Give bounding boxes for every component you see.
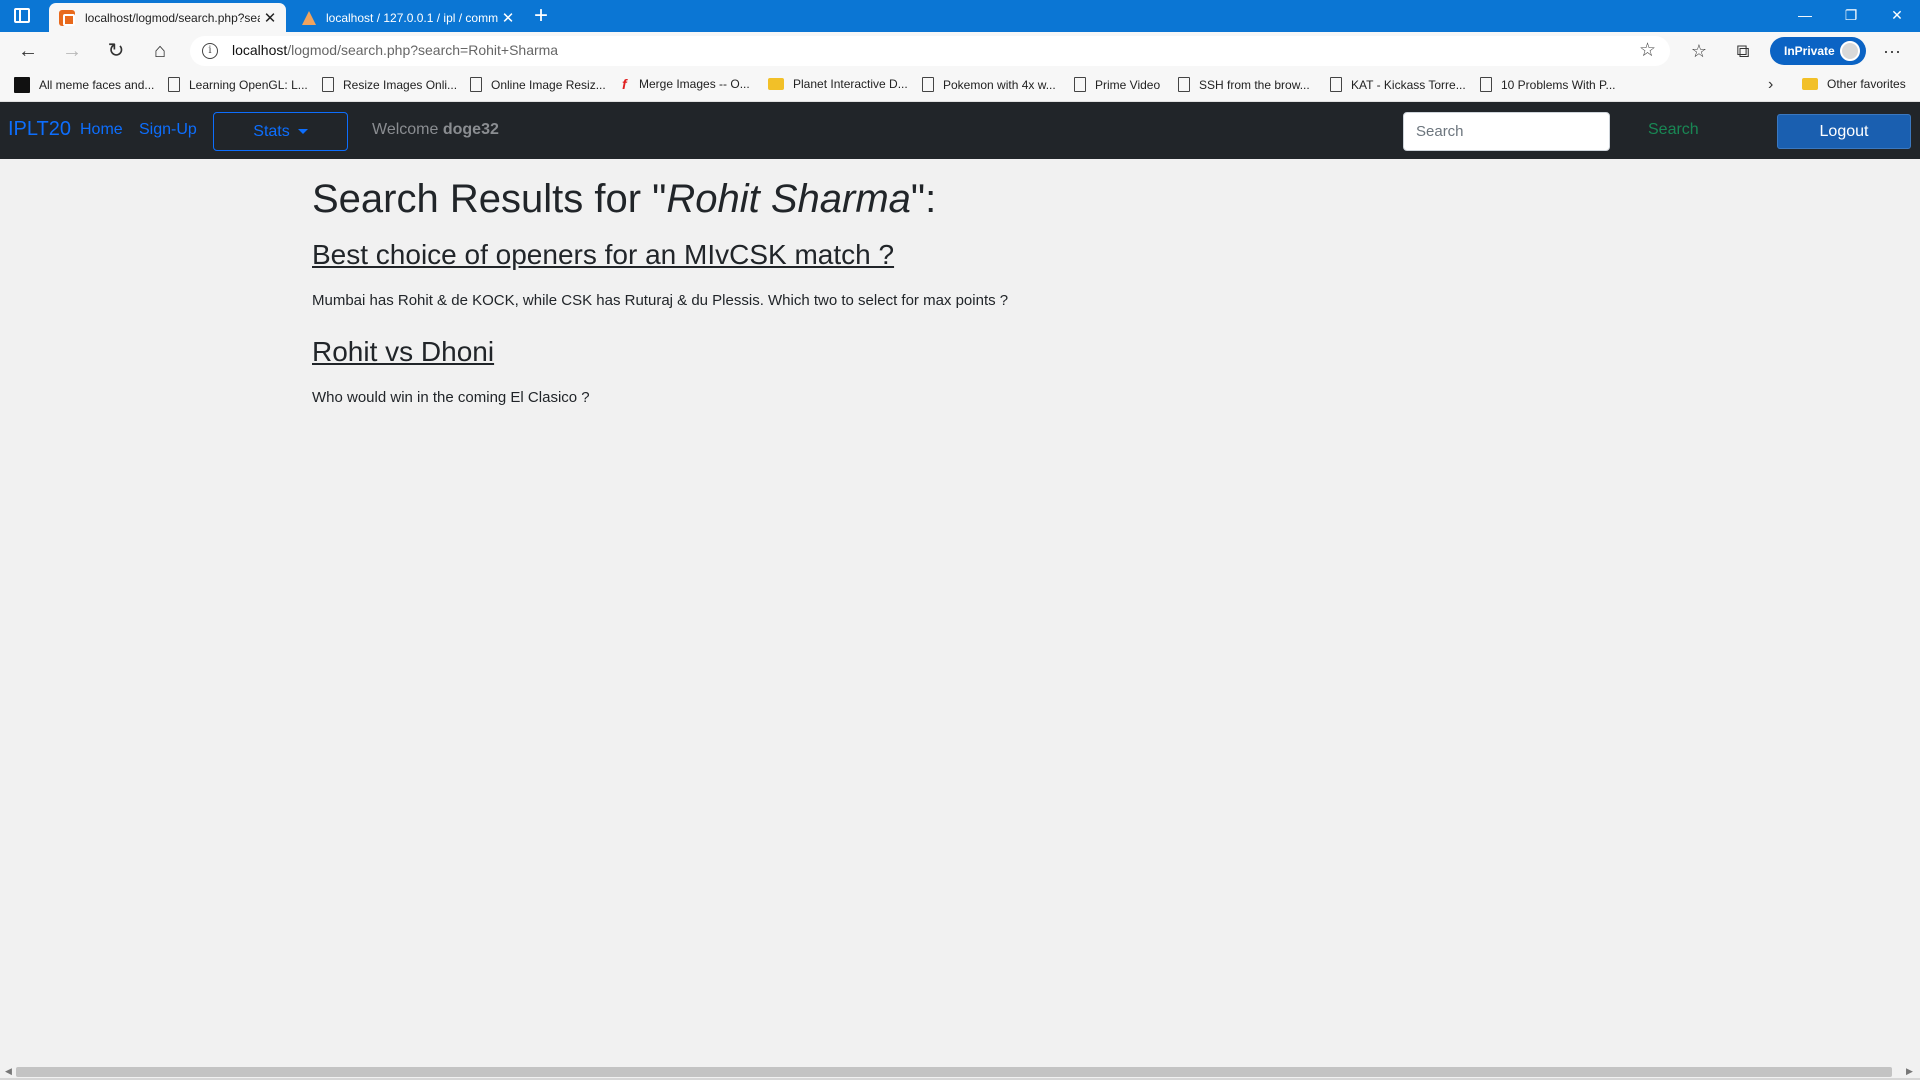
nav-home[interactable]: Home — [80, 121, 123, 139]
meme-icon — [14, 77, 30, 93]
folder-icon — [768, 78, 784, 90]
close-window-button[interactable]: ✕ — [1874, 0, 1920, 32]
bookmark-item[interactable]: Prime Video — [1074, 77, 1160, 92]
title-suffix: ": — [910, 177, 937, 221]
bookmark-label: Pokemon with 4x w... — [943, 77, 1056, 92]
inprivate-badge[interactable]: InPrivate — [1770, 37, 1866, 65]
folder-icon — [1802, 78, 1818, 90]
bookmark-item[interactable]: Online Image Resiz... — [470, 77, 606, 92]
search-input[interactable] — [1403, 112, 1610, 151]
result-description: Mumbai has Rohit & de KOCK, while CSK ha… — [312, 292, 1009, 309]
browser-toolbar: ← → ↻ ⌂ i localhost/logmod/search.php?se… — [0, 32, 1920, 70]
welcome-text: Welcome doge32 — [372, 121, 499, 139]
bookmark-label: Merge Images -- O... — [639, 77, 750, 91]
logout-button[interactable]: Logout — [1777, 114, 1911, 149]
tab-title: localhost / 127.0.0.1 / ipl / comments |… — [326, 10, 498, 25]
bookmark-item[interactable]: Planet Interactive D... — [768, 77, 908, 91]
xampp-favicon-icon — [59, 9, 75, 26]
chevron-right-icon[interactable]: › — [1768, 76, 1773, 94]
site-info-icon[interactable]: i — [202, 43, 218, 59]
scroll-right-icon[interactable]: ▶ — [1906, 1066, 1913, 1077]
refresh-icon[interactable]: ↻ — [102, 39, 130, 63]
scroll-left-icon[interactable]: ◀ — [5, 1066, 12, 1077]
search-button[interactable]: Search — [1648, 121, 1699, 139]
add-favorite-icon[interactable]: ☆ — [1639, 39, 1656, 62]
browser-titlebar: localhost/logmod/search.php?search=Rohit… — [0, 0, 1920, 32]
bookmark-label: SSH from the brow... — [1199, 77, 1310, 92]
result-title-link[interactable]: Rohit vs Dhoni — [312, 336, 494, 368]
phpmyadmin-favicon-icon — [302, 10, 316, 25]
page-icon — [922, 77, 934, 92]
bookmark-item[interactable]: Learning OpenGL: L... — [168, 77, 308, 92]
close-tab-icon[interactable]: ✕ — [498, 9, 518, 27]
restore-button[interactable]: ❐ — [1828, 0, 1874, 32]
favorites-icon[interactable]: ☆ — [1685, 38, 1713, 64]
url-path: /logmod/search.php?search=Rohit+Sharma — [287, 42, 559, 58]
bookmark-label: Prime Video — [1095, 77, 1161, 92]
bookmark-item[interactable]: 10 Problems With P... — [1480, 77, 1616, 92]
stats-label: Stats — [253, 122, 290, 140]
app-navbar: IPLT20 Home Sign-Up Stats Welcome doge32… — [0, 102, 1920, 159]
page-title: Search Results for "Rohit Sharma": — [312, 177, 936, 222]
search-query: Rohit Sharma — [666, 177, 911, 221]
tab-title: localhost/logmod/search.php?search=Rohit… — [85, 10, 260, 25]
page-icon — [1330, 77, 1342, 92]
bookmark-label: Online Image Resiz... — [491, 77, 606, 92]
inprivate-label: InPrivate — [1784, 44, 1835, 58]
username: doge32 — [442, 121, 499, 138]
page-icon — [1178, 77, 1190, 92]
close-tab-icon[interactable]: ✕ — [260, 9, 280, 27]
bookmark-label: 10 Problems With P... — [1501, 77, 1616, 92]
bookmark-item[interactable]: Resize Images Onli... — [322, 77, 457, 92]
new-tab-button[interactable]: + — [534, 3, 548, 29]
bookmark-item[interactable]: KAT - Kickass Torre... — [1330, 77, 1466, 92]
stats-dropdown-button[interactable]: Stats — [213, 112, 348, 151]
tab-phpmyadmin[interactable]: localhost / 127.0.0.1 / ipl / comments |… — [292, 3, 524, 32]
page-icon — [470, 77, 482, 92]
forward-arrow-icon[interactable]: → — [58, 39, 86, 63]
address-bar[interactable]: i localhost/logmod/search.php?search=Roh… — [190, 36, 1670, 66]
bookmark-label: KAT - Kickass Torre... — [1351, 77, 1466, 92]
page-icon — [322, 77, 334, 92]
bookmark-item[interactable]: All meme faces and... — [14, 77, 154, 93]
home-icon[interactable]: ⌂ — [146, 39, 174, 63]
brand-link[interactable]: IPLT20 — [8, 118, 71, 141]
bookmark-item[interactable]: f Merge Images -- O... — [622, 77, 750, 91]
title-prefix: Search Results for " — [312, 177, 667, 221]
url-host: localhost — [232, 42, 288, 58]
more-menu-icon[interactable]: ··· — [1878, 38, 1906, 64]
bookmark-label: Other favorites — [1827, 77, 1906, 91]
vertical-tabs-icon[interactable] — [14, 8, 30, 23]
minimize-button[interactable]: — — [1782, 0, 1828, 32]
bookmark-label: Planet Interactive D... — [793, 77, 908, 91]
nav-signup[interactable]: Sign-Up — [139, 121, 197, 139]
result-description: Who would win in the coming El Clasico ? — [312, 389, 590, 406]
page-icon — [168, 77, 180, 92]
page-icon — [1480, 77, 1492, 92]
bookmark-label: Learning OpenGL: L... — [189, 77, 308, 92]
back-arrow-icon[interactable]: ← — [14, 39, 42, 63]
bookmark-label: All meme faces and... — [39, 78, 155, 92]
result-title-link[interactable]: Best choice of openers for an MIvCSK mat… — [312, 239, 894, 271]
profile-avatar — [1840, 41, 1860, 61]
bookmark-item[interactable]: Pokemon with 4x w... — [922, 77, 1056, 92]
address-url[interactable]: localhost/logmod/search.php?search=Rohit… — [232, 42, 558, 58]
tab-search-results[interactable]: localhost/logmod/search.php?search=Rohit… — [49, 3, 286, 32]
bookmarks-bar: All meme faces and... Learning OpenGL: L… — [0, 70, 1920, 102]
page-icon — [1074, 77, 1086, 92]
welcome-prefix: Welcome — [372, 121, 439, 138]
merge-icon: f — [622, 76, 627, 92]
collections-icon[interactable]: ⧉ — [1729, 38, 1757, 64]
scrollbar-thumb[interactable] — [16, 1067, 1892, 1077]
bookmark-label: Resize Images Onli... — [343, 77, 458, 92]
other-favorites[interactable]: Other favorites — [1802, 77, 1906, 91]
caret-down-icon — [297, 129, 308, 134]
bookmark-item[interactable]: SSH from the brow... — [1178, 77, 1310, 92]
